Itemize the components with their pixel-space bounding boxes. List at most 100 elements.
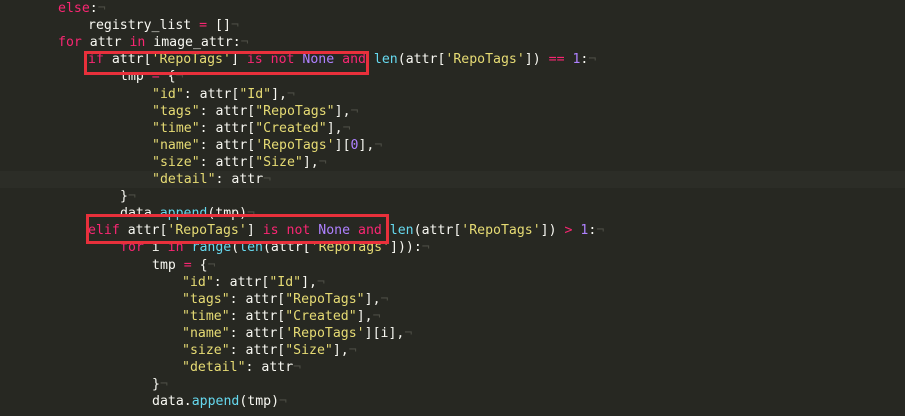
end-of-line-marker: ¬	[207, 257, 216, 273]
code-token: : attr[	[229, 291, 286, 307]
code-token: "time"	[182, 308, 230, 324]
end-of-line-marker: ¬	[342, 120, 351, 136]
code-token: "tags"	[182, 291, 230, 307]
code-line[interactable]: "tags": attr["RepoTags"],¬	[0, 291, 905, 308]
code-token: attr[	[103, 52, 152, 68]
code-token: "RepoTags"	[285, 291, 365, 307]
code-token: "Size"	[255, 154, 303, 170]
code-line[interactable]: "time": attr["Created"],¬	[0, 308, 905, 325]
code-line[interactable]: registry_list = []¬	[0, 17, 905, 34]
code-token: {	[167, 69, 176, 85]
end-of-line-marker: ¬	[293, 360, 302, 376]
code-line[interactable]: for attr in image_attr:¬	[0, 34, 905, 51]
code-line[interactable]: if attr['RepoTags'] is not None and len(…	[0, 51, 905, 68]
code-token: =	[175, 257, 200, 273]
code-line[interactable]: tmp = {¬	[0, 68, 905, 85]
code-line[interactable]: "id": attr["Id"],¬	[0, 274, 905, 291]
code-token: "Id"	[269, 274, 302, 290]
code-line[interactable]: "time": attr["Created"],¬	[0, 120, 905, 137]
code-line[interactable]: data.append(tmp)¬	[0, 393, 905, 410]
end-of-line-marker: ¬	[240, 35, 249, 51]
code-token: "Id"	[239, 86, 272, 102]
code-token: elif	[88, 223, 120, 239]
code-token: "Created"	[255, 120, 327, 136]
code-line[interactable]: "tags": attr["RepoTags"],¬	[0, 103, 905, 120]
code-token: None	[302, 52, 335, 68]
code-line[interactable]: for i in range(len(attr['RepoTags'])):¬	[0, 239, 905, 256]
code-token: []	[215, 18, 231, 34]
code-token: : attr[	[199, 120, 256, 136]
code-token: : attr[	[199, 103, 256, 119]
code-line[interactable]: "size": attr["Size"],¬	[0, 154, 905, 171]
code-token: :	[89, 1, 98, 16]
code-line[interactable]: "id": attr["Id"],¬	[0, 86, 905, 103]
code-token: 'RepoTags'	[285, 325, 365, 341]
code-line[interactable]: else:¬	[0, 0, 905, 17]
code-token: {	[199, 257, 208, 273]
code-token: : attr	[245, 360, 294, 376]
code-token: "detail"	[182, 360, 246, 376]
code-token: ],	[334, 103, 351, 119]
code-token: =	[191, 18, 216, 34]
code-token: "name"	[152, 137, 200, 153]
code-token: len	[389, 223, 414, 239]
code-token: : attr[	[199, 154, 256, 170]
code-token: ],	[326, 120, 343, 136]
code-token: ],	[364, 291, 381, 307]
code-line[interactable]: "detail": attr¬	[0, 171, 905, 188]
code-line[interactable]: tmp = {¬	[0, 257, 905, 274]
code-line[interactable]: elif attr['RepoTags'] is not None and le…	[0, 222, 905, 239]
code-line[interactable]: data.append(tmp)¬	[0, 205, 905, 222]
end-of-line-marker: ¬	[175, 69, 184, 85]
end-of-line-marker: ¬	[230, 18, 239, 34]
end-of-line-marker: ¬	[404, 325, 413, 341]
code-token: ]	[230, 52, 247, 68]
code-token: "RepoTags"	[255, 103, 335, 119]
end-of-line-marker: ¬	[421, 240, 430, 256]
end-of-line-marker: ¬	[127, 189, 136, 205]
code-token: : attr[	[199, 137, 256, 153]
end-of-line-marker: ¬	[279, 394, 287, 410]
code-editor[interactable]: else:¬ registry_list = []¬ for attr in ima…	[0, 0, 905, 416]
code-token: ][i],	[364, 325, 405, 341]
code-line[interactable]: "name": attr['RepoTags'][i],¬	[0, 325, 905, 342]
code-token: "id"	[182, 274, 214, 290]
code-token: 'RepoTags'	[461, 223, 541, 239]
code-token: and	[342, 52, 366, 68]
end-of-line-marker: ¬	[380, 291, 389, 307]
code-token: attr	[81, 35, 130, 51]
code-line[interactable]: "name": attr['RepoTags'][0],¬	[0, 137, 905, 154]
code-token: "size"	[152, 154, 200, 170]
code-token: ])	[540, 223, 565, 239]
code-token: ])	[524, 52, 549, 68]
end-of-line-marker: ¬	[348, 343, 357, 358]
code-token: tmp	[120, 69, 144, 85]
code-token: for	[120, 240, 144, 256]
end-of-line-marker: ¬	[97, 1, 106, 16]
code-line[interactable]: "detail": attr¬	[0, 359, 905, 376]
code-token: ],	[356, 308, 373, 324]
code-line[interactable]: }¬	[0, 376, 905, 393]
code-token: range	[191, 240, 232, 256]
code-token: : attr[	[229, 308, 286, 324]
end-of-line-marker: ¬	[318, 154, 327, 170]
code-token: data.	[152, 394, 192, 410]
code-token: (attr[	[413, 223, 462, 239]
end-of-line-marker: ¬	[372, 308, 381, 324]
end-of-line-marker: ¬	[596, 223, 605, 239]
code-token: ],	[358, 137, 375, 153]
code-token: "name"	[182, 325, 230, 341]
code-token: ],	[302, 154, 319, 170]
code-token: "Created"	[285, 308, 357, 324]
code-token: else	[58, 1, 90, 16]
code-line[interactable]: }¬	[0, 188, 905, 205]
code-line[interactable]: "size": attr["Size"],¬	[0, 342, 905, 359]
code-token: and	[358, 223, 382, 239]
code-token: : attr	[215, 172, 264, 187]
code-token: "Size"	[285, 343, 333, 358]
code-token: : attr[	[229, 343, 286, 358]
